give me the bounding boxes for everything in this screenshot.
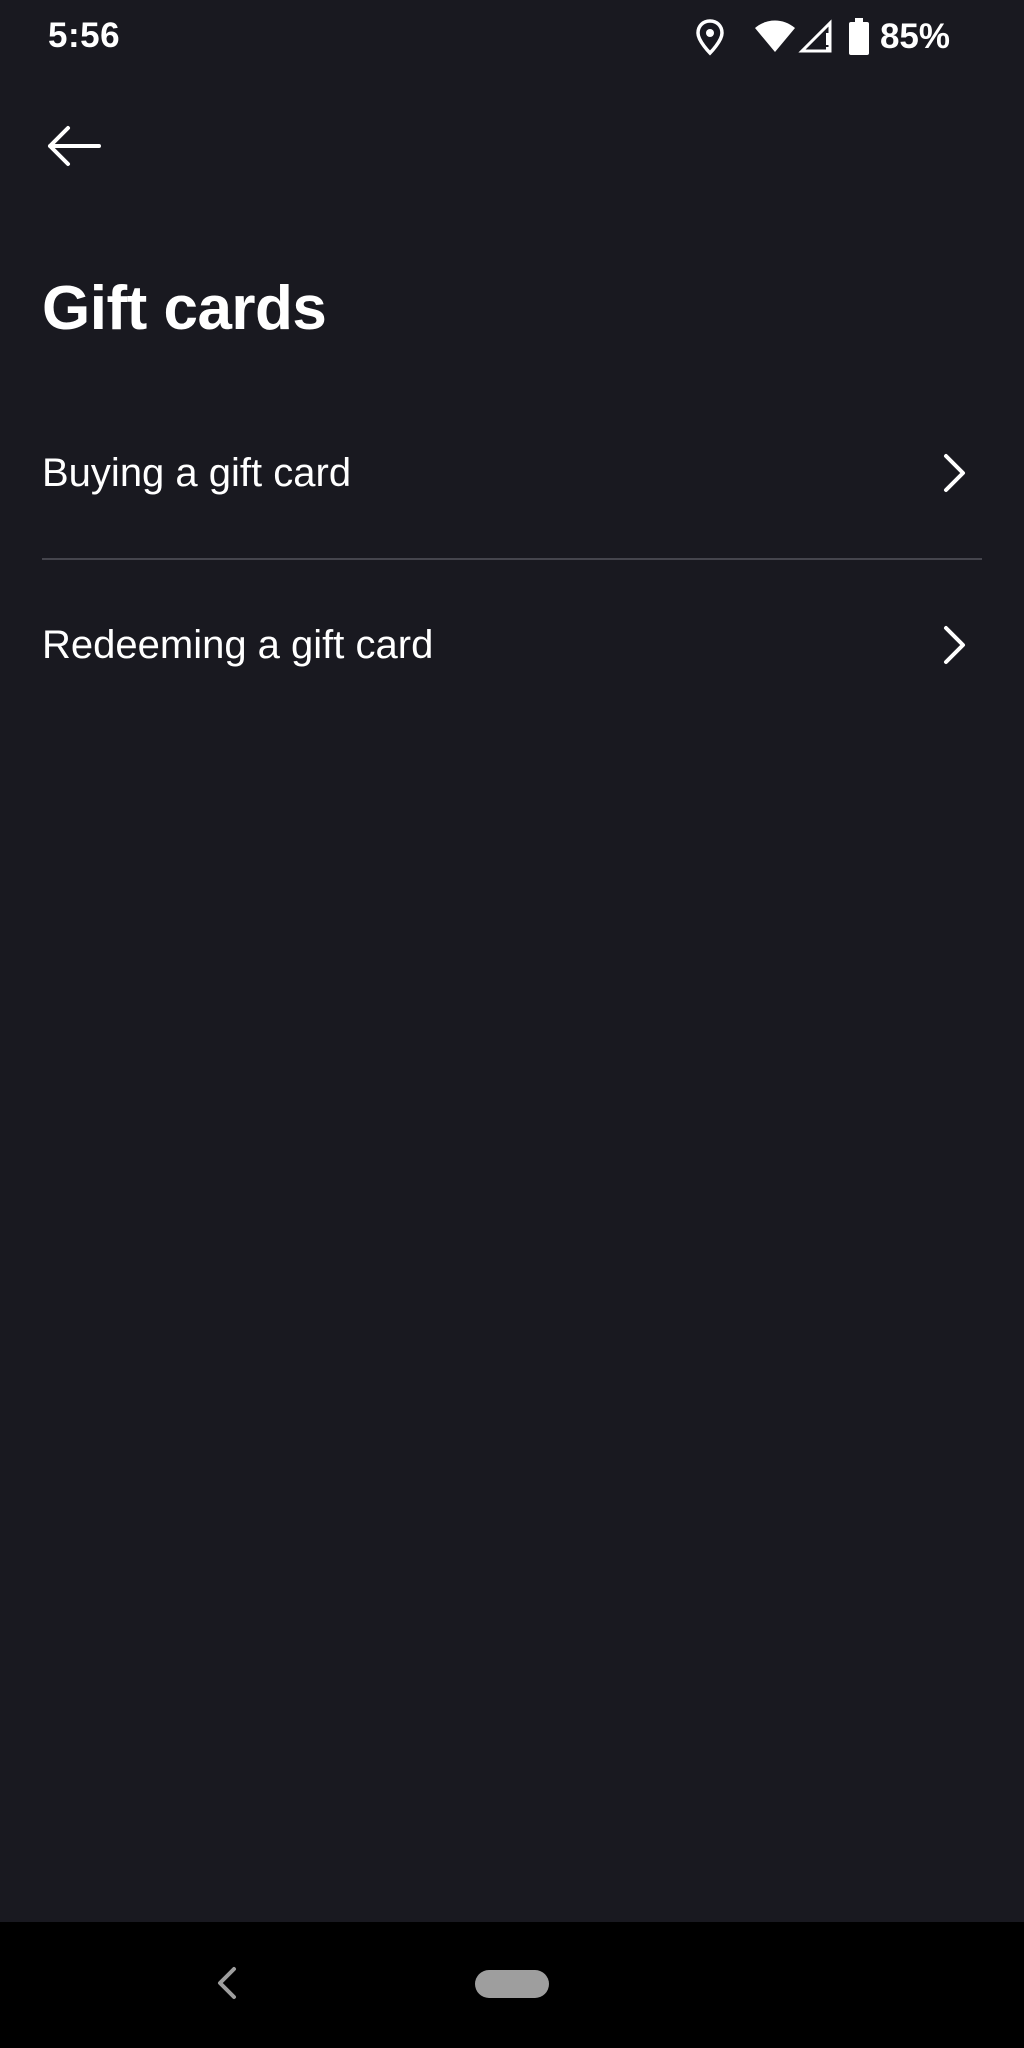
nav-back-icon [215, 1966, 239, 2005]
cell-signal-icon [798, 19, 834, 55]
status-time: 5:56 [48, 16, 121, 55]
back-button[interactable] [34, 108, 114, 188]
menu-item-label: Redeeming a gift card [42, 623, 434, 667]
status-bar: 5:56 85% [0, 0, 1024, 76]
page-title: Gift cards [42, 274, 327, 343]
menu-item-label: Buying a gift card [42, 451, 352, 495]
location-icon [694, 18, 726, 56]
gift-card-menu: Buying a gift card Redeeming a gift card [42, 388, 982, 730]
nav-back-button[interactable] [202, 1960, 252, 2010]
battery-icon [848, 18, 870, 56]
wifi-icon [754, 19, 796, 55]
system-navigation-bar [0, 1922, 1024, 2048]
status-icons: 85% [694, 14, 950, 60]
home-pill[interactable] [475, 1970, 549, 1998]
arrow-left-icon [46, 124, 102, 173]
battery-percent: 85% [879, 17, 950, 56]
menu-item-buying-gift-card[interactable]: Buying a gift card [42, 388, 982, 558]
chevron-right-icon [932, 623, 976, 667]
menu-item-redeeming-gift-card[interactable]: Redeeming a gift card [42, 558, 982, 730]
chevron-right-icon [932, 451, 976, 495]
